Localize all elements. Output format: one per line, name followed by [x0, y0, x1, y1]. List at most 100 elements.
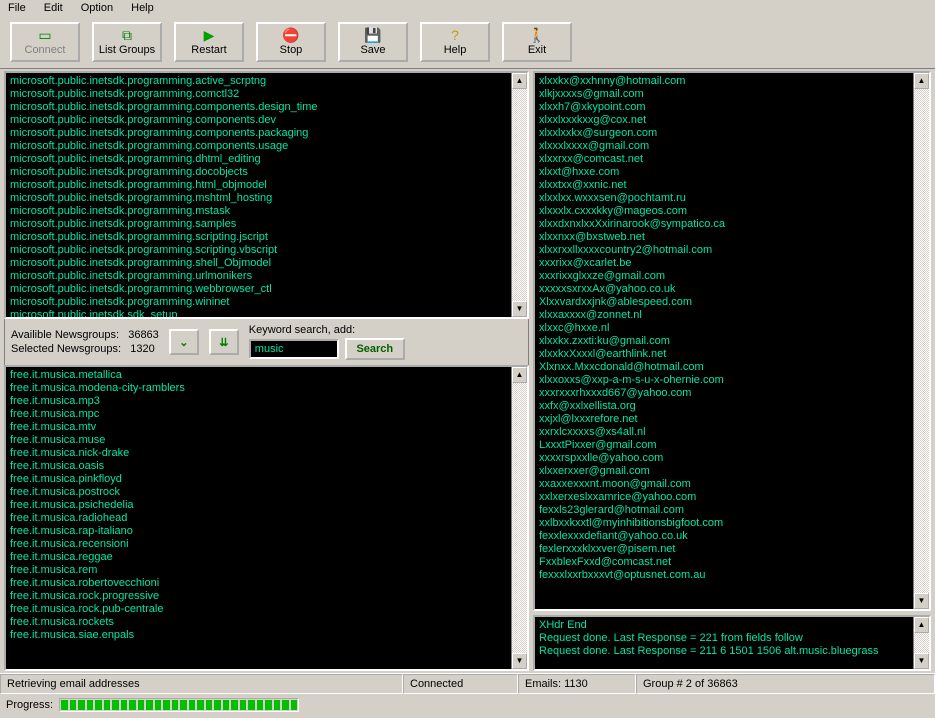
scroll-down-icon[interactable]: ▼ [512, 653, 527, 669]
help-button[interactable]: ? Help [420, 22, 490, 62]
menu-file[interactable]: File [8, 2, 26, 14]
list-item[interactable]: free.it.musica.mtv [10, 421, 523, 434]
search-button[interactable]: Search [345, 338, 405, 360]
list-item[interactable]: xlxxlxxkx@surgeon.com [539, 127, 925, 140]
list-item[interactable]: microsoft.public.inetsdk.programming.she… [10, 257, 523, 270]
newsgroup-list-bottom[interactable]: free.it.musica.metallicafree.it.musica.m… [4, 365, 529, 671]
list-item[interactable]: microsoft.public.inetsdk.programming.act… [10, 75, 523, 88]
scroll-down-icon[interactable]: ▼ [914, 593, 929, 609]
list-item[interactable]: free.it.musica.radiohead [10, 512, 523, 525]
list-item[interactable]: xlxxxlx.cxxxkky@mageos.com [539, 205, 925, 218]
list-item[interactable]: free.it.musica.robertovecchioni [10, 577, 523, 590]
list-item[interactable]: microsoft.public.inetsdk.programming.dht… [10, 153, 523, 166]
list-item[interactable]: xlxxlxxxkxxg@cox.net [539, 114, 925, 127]
list-item[interactable]: microsoft.public.inetsdk.programming.com… [10, 88, 523, 101]
list-item[interactable]: xlxxerxxer@gmail.com [539, 465, 925, 478]
list-item[interactable]: fexxls23glerard@hotmail.com [539, 504, 925, 517]
scroll-track[interactable] [512, 383, 527, 653]
list-item[interactable]: free.it.musica.rap-italiano [10, 525, 523, 538]
menu-option[interactable]: Option [81, 2, 113, 14]
list-item[interactable]: free.it.musica.psichedelia [10, 499, 523, 512]
list-item[interactable]: xlxxkxXxxxl@earthlink.net [539, 348, 925, 361]
list-item[interactable]: xxxrixx@xcarlet.be [539, 257, 925, 270]
list-item[interactable]: fexlerxxxklxxver@pisem.net [539, 543, 925, 556]
list-item[interactable]: xxlbxxkxxtl@myinhibitionsbigfoot.com [539, 517, 925, 530]
restart-button[interactable]: ▶ Restart [174, 22, 244, 62]
list-item[interactable]: free.it.musica.postrock [10, 486, 523, 499]
list-item[interactable]: free.it.musica.rem [10, 564, 523, 577]
list-item[interactable]: microsoft.public.inetsdk.programming.web… [10, 283, 523, 296]
list-item[interactable]: microsoft.public.inetsdk.programming.url… [10, 270, 523, 283]
list-item[interactable]: LxxxtPixxer@gmail.com [539, 439, 925, 452]
stop-button[interactable]: ⛔ Stop [256, 22, 326, 62]
list-item[interactable]: free.it.musica.rockets [10, 616, 523, 629]
list-item[interactable]: microsoft.public.inetsdk.programming.win… [10, 296, 523, 309]
scroll-up-icon[interactable]: ▲ [512, 367, 527, 383]
email-list[interactable]: xlxxkx@xxhnny@hotmail.comxlkjxxxxs@gmail… [533, 71, 931, 611]
list-item[interactable]: free.it.musica.modena-city-ramblers [10, 382, 523, 395]
list-item[interactable]: xxxxxsxrxxAx@yahoo.co.uk [539, 283, 925, 296]
exit-button[interactable]: 🚶 Exit [502, 22, 572, 62]
list-item[interactable]: free.it.musica.oasis [10, 460, 523, 473]
log-line[interactable]: Request done. Last Response = 211 6 1501… [539, 645, 925, 658]
list-item[interactable]: xlxxtxx@xxnic.net [539, 179, 925, 192]
list-item[interactable]: xxaxxexxxnt.moon@gmail.com [539, 478, 925, 491]
save-button[interactable]: 💾 Save [338, 22, 408, 62]
scroll-track[interactable] [512, 89, 527, 301]
scrollbar[interactable]: ▲ ▼ [511, 73, 527, 317]
list-item[interactable]: free.it.musica.reggae [10, 551, 523, 564]
add-all-button[interactable]: ⇊ [209, 329, 239, 355]
search-input[interactable] [249, 339, 339, 359]
log-line[interactable]: XHdr End [539, 619, 925, 632]
list-item[interactable]: microsoft.public.inetsdk.programming.com… [10, 140, 523, 153]
list-item[interactable]: free.it.musica.rock.pub-centrale [10, 603, 523, 616]
scrollbar[interactable]: ▲ ▼ [913, 73, 929, 609]
list-item[interactable]: xlxxlxx.wxxxsen@pochtamt.ru [539, 192, 925, 205]
list-item[interactable]: free.it.musica.pinkfloyd [10, 473, 523, 486]
list-item[interactable]: fexxxlxxrbxxxvt@optusnet.com.au [539, 569, 925, 582]
list-item[interactable]: microsoft.public.inetsdk.programming.scr… [10, 244, 523, 257]
list-item[interactable]: microsoft.public.inetsdk.programming.htm… [10, 179, 523, 192]
list-item[interactable]: xxjxl@lxxxrefore.net [539, 413, 925, 426]
scroll-track[interactable] [914, 89, 929, 593]
list-item[interactable]: xlxxc@hxxe.nl [539, 322, 925, 335]
list-item[interactable]: fexxlexxxdefiant@yahoo.co.uk [539, 530, 925, 543]
scroll-down-icon[interactable]: ▼ [914, 653, 929, 669]
list-item[interactable]: xlxxh7@xkypoint.com [539, 101, 925, 114]
list-item[interactable]: xlkjxxxxs@gmail.com [539, 88, 925, 101]
list-item[interactable]: free.it.musica.rock.progressive [10, 590, 523, 603]
list-item[interactable]: microsoft.public.inetsdk.programming.mst… [10, 205, 523, 218]
list-item[interactable]: xxfx@xxlxellista.org [539, 400, 925, 413]
list-item[interactable]: xxxrxxxrhxxxd667@yahoo.com [539, 387, 925, 400]
list-item[interactable]: xlxxrxx@comcast.net [539, 153, 925, 166]
list-item[interactable]: microsoft.public.inetsdk.programming.msh… [10, 192, 523, 205]
scroll-up-icon[interactable]: ▲ [512, 73, 527, 89]
log-panel[interactable]: XHdr EndRequest done. Last Response = 22… [533, 615, 931, 671]
list-item[interactable]: microsoft.public.inetsdk.programming.doc… [10, 166, 523, 179]
list-item[interactable]: xlxxoxxs@xxp-a-m-s-u-x-ohernie.com [539, 374, 925, 387]
scroll-track[interactable] [914, 633, 929, 653]
list-item[interactable]: free.it.musica.siae.enpals [10, 629, 523, 642]
list-item[interactable]: free.it.musica.recensioni [10, 538, 523, 551]
list-item[interactable]: free.it.musica.mp3 [10, 395, 523, 408]
list-item[interactable]: FxxblexFxxd@comcast.net [539, 556, 925, 569]
scrollbar[interactable]: ▲ ▼ [511, 367, 527, 669]
list-item[interactable]: microsoft.public.inetsdk.sdk_setup [10, 309, 523, 319]
list-item[interactable]: xlxxnxx@bxstweb.net [539, 231, 925, 244]
list-item[interactable]: xlxxrxxllxxxxcountry2@hotmail.com [539, 244, 925, 257]
list-item[interactable]: xlxxkx@xxhnny@hotmail.com [539, 75, 925, 88]
scroll-down-icon[interactable]: ▼ [512, 301, 527, 317]
list-item[interactable]: xxxrixxglxxze@gmail.com [539, 270, 925, 283]
scroll-up-icon[interactable]: ▲ [914, 73, 929, 89]
list-item[interactable]: microsoft.public.inetsdk.programming.sam… [10, 218, 523, 231]
list-item[interactable]: microsoft.public.inetsdk.programming.com… [10, 127, 523, 140]
list-item[interactable]: xxlxerxeslxxamrice@yahoo.com [539, 491, 925, 504]
scroll-up-icon[interactable]: ▲ [914, 617, 929, 633]
log-line[interactable]: Request done. Last Response = 221 from f… [539, 632, 925, 645]
list-item[interactable]: xlxxkx.zxxti:ku@gmail.com [539, 335, 925, 348]
list-item[interactable]: free.it.musica.metallica [10, 369, 523, 382]
list-item[interactable]: microsoft.public.inetsdk.programming.com… [10, 114, 523, 127]
list-item[interactable]: xlxxt@hxxe.com [539, 166, 925, 179]
list-item[interactable]: xlxxaxxxx@zonnet.nl [539, 309, 925, 322]
scrollbar[interactable]: ▲ ▼ [913, 617, 929, 669]
